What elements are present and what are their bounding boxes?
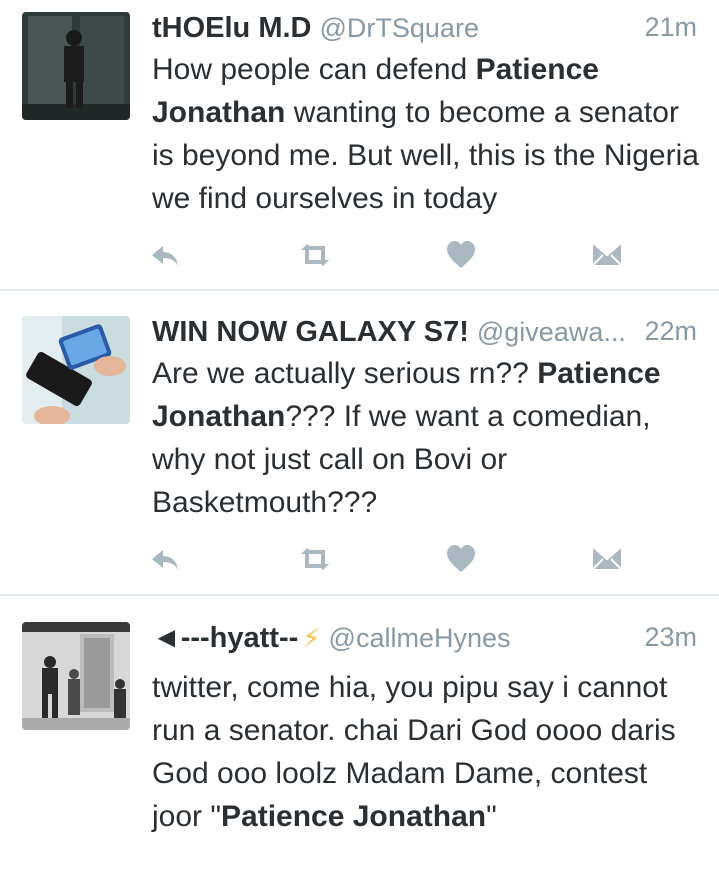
tweet-header: tHOElu M.D @DrTSquare 21m — [152, 12, 697, 52]
display-name[interactable]: ◄---hyatt-- — [152, 622, 298, 654]
display-name[interactable]: tHOElu M.D — [152, 12, 312, 44]
display-name[interactable]: WIN NOW GALAXY S7! — [152, 316, 469, 348]
text-segment: How people can defend — [152, 53, 476, 86]
tweet-text: How people can defend Patience Jonathan … — [152, 48, 702, 220]
text-segment: " — [486, 800, 497, 833]
tweet-header: ◄---hyatt-- ⚡ @callmeHynes 23m — [152, 622, 697, 662]
text-segment: Are we actually serious rn?? — [152, 357, 538, 390]
heart-icon[interactable] — [444, 542, 478, 576]
avatar[interactable] — [22, 12, 130, 120]
divider — [0, 289, 719, 291]
avatar[interactable] — [22, 316, 130, 424]
tweet-actions — [148, 238, 628, 272]
tweet-1[interactable]: tHOElu M.D @DrTSquare 21m How people can … — [0, 12, 719, 282]
tweet-3[interactable]: ◄---hyatt-- ⚡ @callmeHynes 23m twitter, co… — [0, 622, 719, 876]
tweet-text: Are we actually serious rn?? Patience Jo… — [152, 352, 702, 524]
tweet-2[interactable]: WIN NOW GALAXY S7! @giveawa... 22m Are we… — [0, 316, 719, 586]
user-handle[interactable]: @DrTSquare — [320, 13, 479, 43]
user-handle[interactable]: @giveawa... — [477, 317, 626, 347]
reply-icon[interactable] — [148, 542, 182, 576]
highlighted-term: Patience Jonathan — [221, 800, 487, 833]
direct-message-icon[interactable] — [590, 542, 624, 576]
retweet-icon[interactable] — [298, 542, 332, 576]
direct-message-icon[interactable] — [590, 238, 624, 272]
user-handle[interactable]: @callmeHynes — [329, 623, 511, 653]
tweet-actions — [148, 542, 628, 576]
tweet-text: twitter, come hia, you pipu say i cannot… — [152, 666, 702, 838]
timestamp[interactable]: 21m — [644, 12, 697, 43]
reply-icon[interactable] — [148, 238, 182, 272]
lightning-bolt-icon: ⚡ — [302, 623, 321, 653]
heart-icon[interactable] — [444, 238, 478, 272]
avatar[interactable] — [22, 622, 130, 730]
tweet-header: WIN NOW GALAXY S7! @giveawa... 22m — [152, 316, 697, 356]
timestamp[interactable]: 23m — [644, 622, 697, 653]
timestamp[interactable]: 22m — [644, 316, 697, 347]
divider — [0, 594, 719, 596]
retweet-icon[interactable] — [298, 238, 332, 272]
